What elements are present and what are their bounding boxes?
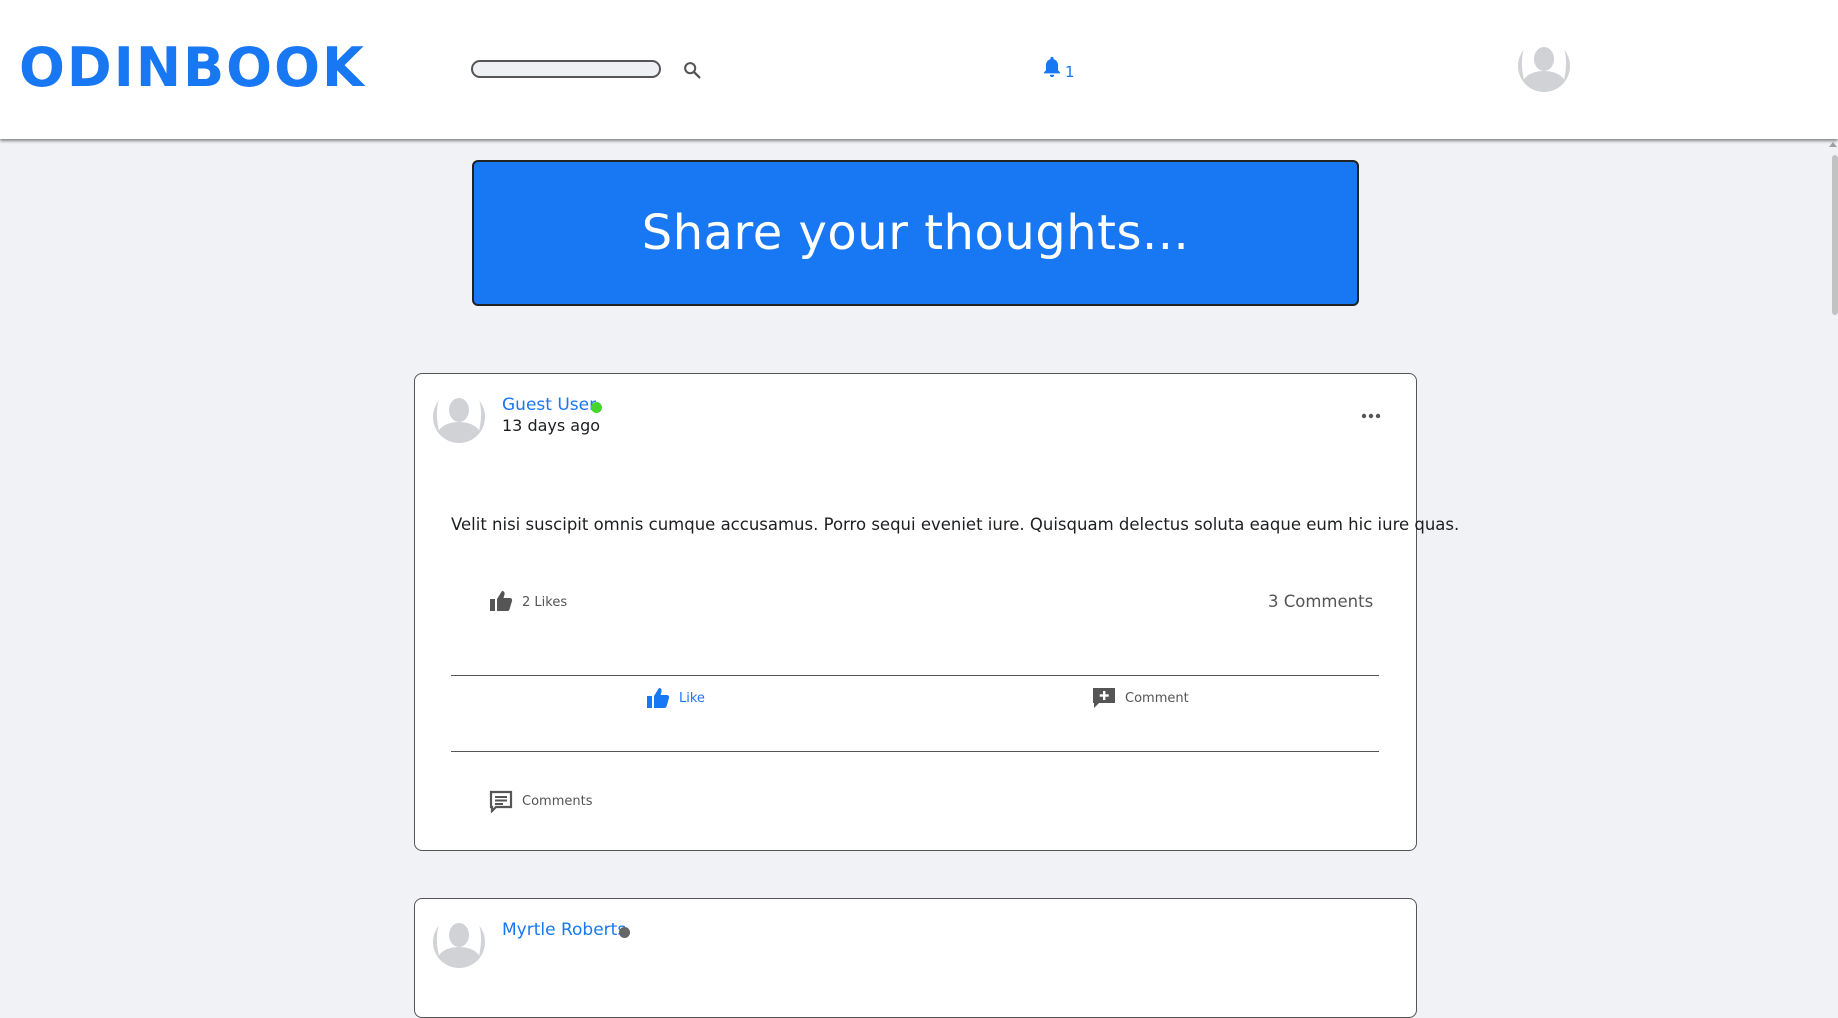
post-author-name[interactable]: Myrtle Roberts	[502, 920, 626, 940]
post-card: Myrtle Roberts	[414, 898, 1417, 1018]
search-input[interactable]	[471, 60, 661, 78]
add-comment-icon	[1093, 688, 1115, 708]
comment-button-label: Comment	[1125, 691, 1189, 706]
post-card: Guest User 13 days ago Velit nisi suscip…	[414, 373, 1459, 851]
online-status-dot	[591, 402, 602, 413]
thumbs-up-icon	[647, 688, 670, 708]
share-thoughts-button[interactable]: Share your thoughts...	[472, 160, 1359, 306]
notification-count: 1	[1065, 63, 1075, 81]
app-logo[interactable]: ODINBOOK	[19, 36, 366, 100]
thumbs-up-icon	[490, 591, 513, 611]
more-options-icon[interactable]	[1359, 411, 1383, 421]
notifications-button[interactable]: 1	[1041, 55, 1075, 81]
view-comments-toggle[interactable]: Comments	[488, 789, 598, 813]
offline-status-dot	[619, 927, 630, 938]
post-divider	[451, 751, 1379, 752]
author-avatar[interactable]	[433, 916, 485, 968]
comment-button[interactable]: Comment	[1091, 686, 1201, 710]
comments-icon	[489, 790, 513, 813]
likes-count[interactable]: 2 Likes	[522, 595, 567, 611]
scroll-up-arrow[interactable]	[1829, 142, 1837, 147]
author-avatar[interactable]	[433, 391, 485, 443]
post-timestamp: 13 days ago	[502, 416, 601, 435]
scrollbar-thumb[interactable]	[1832, 155, 1838, 315]
top-navbar: ODINBOOK 1	[0, 0, 1838, 139]
like-button-label: Like	[679, 691, 705, 706]
comments-toggle-label: Comments	[522, 794, 593, 809]
like-button[interactable]: Like	[645, 686, 735, 710]
post-divider	[451, 675, 1379, 676]
search-icon[interactable]	[681, 59, 703, 81]
comments-count[interactable]: 3 Comments	[1268, 592, 1373, 612]
post-author-name[interactable]: Guest User	[502, 395, 596, 415]
profile-avatar[interactable]	[1518, 40, 1570, 92]
post-body-text: Velit nisi suscipit omnis cumque accusam…	[451, 515, 1460, 534]
bell-icon	[1043, 56, 1061, 78]
